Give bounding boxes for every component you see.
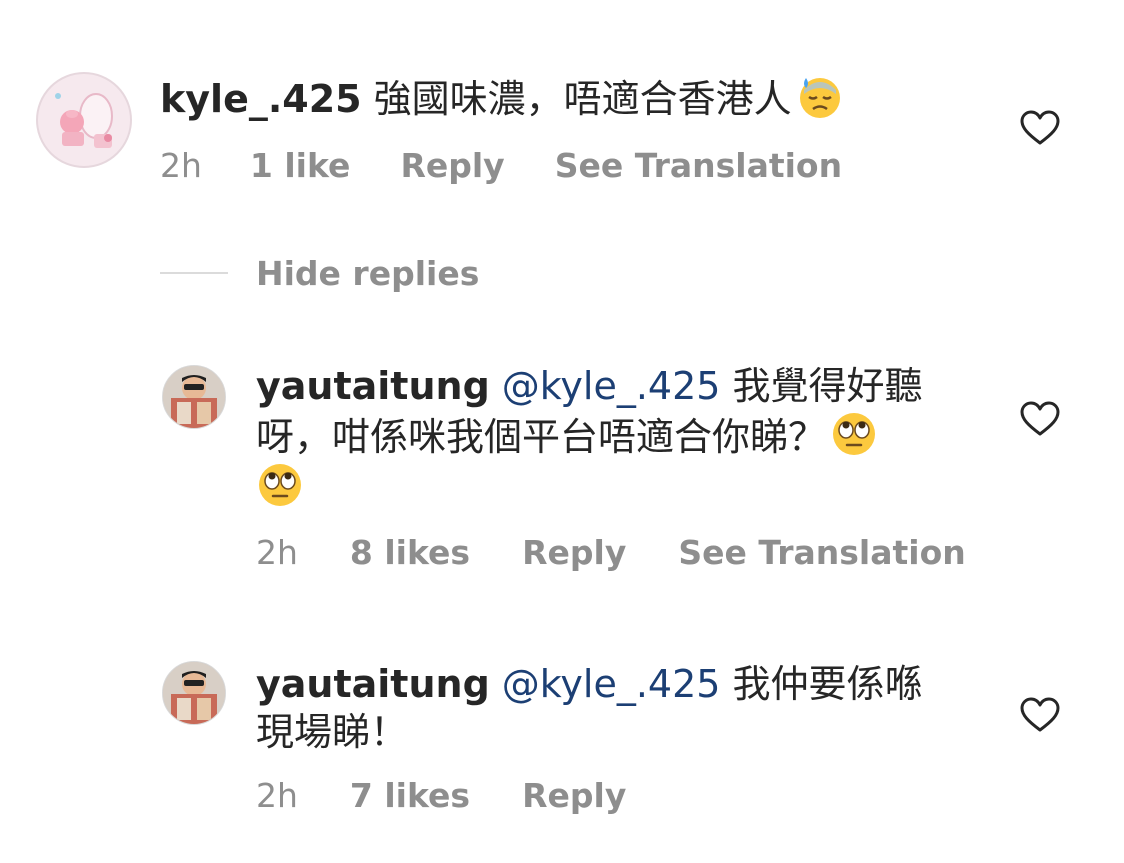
avatar-photo-icon [163, 662, 225, 724]
comment-likes[interactable]: 1 like [250, 146, 351, 185]
reply-body: yautaitung @kyle_.425 我仲要係喺 現場睇！ [256, 660, 956, 756]
comment-username[interactable]: kyle_.425 [160, 77, 362, 121]
mention-link[interactable]: @kyle_.425 [502, 662, 721, 706]
face-with-rolling-eyes-icon [256, 461, 304, 509]
reply-username[interactable]: yautaitung [256, 364, 490, 408]
reply-line-2: 呀，咁係咪我個平台唔適合你睇？ [256, 410, 956, 461]
reply-line-3 [256, 461, 956, 512]
heart-outline-icon[interactable] [1020, 110, 1060, 146]
avatar-illustration-icon [55, 93, 113, 148]
reply-likes[interactable]: 7 likes [350, 776, 470, 815]
reply-meta: 2h 8 likes Reply See Translation [256, 533, 966, 572]
reply-text-1: 我覺得好聽 [732, 364, 923, 408]
reply-body: yautaitung @kyle_.425 我覺得好聽 呀，咁係咪我個平台唔適合你睇… [256, 362, 956, 512]
reply-time: 2h [256, 533, 298, 572]
hide-replies-button[interactable]: Hide replies [256, 254, 479, 293]
avatar[interactable] [162, 661, 226, 725]
comment-meta: 2h 1 like Reply See Translation [160, 146, 842, 185]
heart-outline-icon[interactable] [1020, 401, 1060, 437]
reply-likes[interactable]: 8 likes [350, 533, 470, 572]
comment-text: 強國味濃，唔適合香港人 [373, 77, 792, 121]
avatar-photo-icon [163, 366, 225, 428]
reply-meta: 2h 7 likes Reply [256, 776, 626, 815]
see-translation-button[interactable]: See Translation [555, 146, 842, 185]
mention-link[interactable]: @kyle_.425 [502, 364, 721, 408]
heart-outline-icon[interactable] [1020, 697, 1060, 733]
reply-line-2: 現場睇！ [256, 708, 956, 756]
reply-time: 2h [256, 776, 298, 815]
reply-text-2: 呀，咁係咪我個平台唔適合你睇？ [256, 415, 827, 459]
reply-text-2: 現場睇！ [256, 710, 409, 754]
reply-line-1: yautaitung @kyle_.425 我仲要係喺 [256, 660, 956, 708]
comment-body: kyle_.425 強國味濃，唔適合香港人 [160, 72, 980, 123]
reply-button[interactable]: Reply [400, 146, 504, 185]
reply-line-1: yautaitung @kyle_.425 我覺得好聽 [256, 362, 956, 410]
comment-time: 2h [160, 146, 202, 185]
reply-button[interactable]: Reply [522, 776, 626, 815]
replies-divider [160, 272, 228, 274]
reply-username[interactable]: yautaitung [256, 662, 490, 706]
see-translation-button[interactable]: See Translation [678, 533, 965, 572]
avatar[interactable] [36, 72, 132, 168]
reply-text-1: 我仲要係喺 [732, 662, 923, 706]
reply-button[interactable]: Reply [522, 533, 626, 572]
downcast-face-with-sweat-icon [796, 72, 844, 120]
avatar[interactable] [162, 365, 226, 429]
face-with-rolling-eyes-icon [830, 410, 878, 458]
